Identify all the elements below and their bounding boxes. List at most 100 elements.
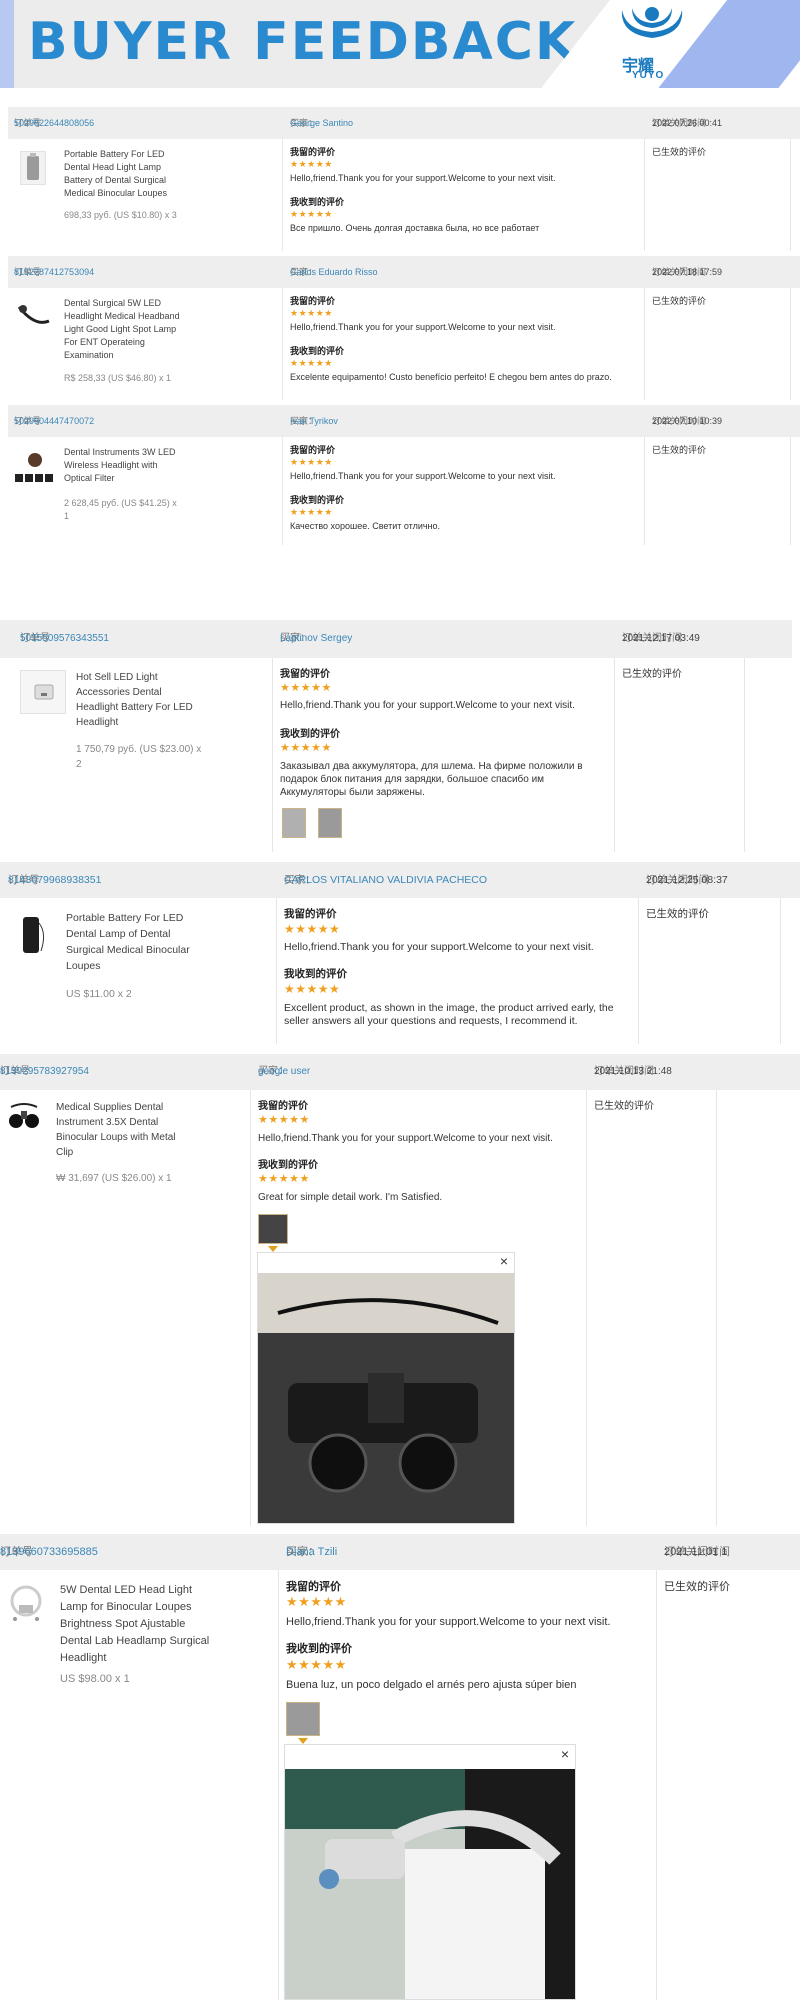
review-photo-preview: × [284, 1744, 576, 2000]
star-rating: ★★★★★ [280, 682, 332, 694]
close-icon[interactable]: × [561, 1747, 569, 1761]
product-price: 2 628,45 руб. (US $41.25) x 1 [64, 498, 177, 521]
charger-icon [34, 684, 54, 700]
product-thumbnail[interactable] [6, 1102, 40, 1130]
seller-reply-text: Hello,friend.Thank you for your support.… [258, 1133, 553, 1144]
product-thumbnail[interactable] [4, 1582, 46, 1624]
buyer-name-link[interactable]: CARLOS VITALIANO VALDIVIA PACHECO [284, 862, 487, 898]
status-badge: 已生效的评价 [594, 1101, 654, 1112]
divider [276, 898, 277, 1044]
order-id-link[interactable]: 5029822644808056 [14, 107, 94, 139]
buyer-name-link[interactable]: George Santino [290, 107, 353, 139]
review-photo-thumbnail[interactable] [258, 1214, 288, 1244]
status-badge: 已生效的评价 [646, 908, 709, 920]
received-review-label: 我收到的评价 [284, 968, 347, 980]
buyer-name-link[interactable]: google user [258, 1054, 310, 1090]
buyer-review-text: Качество хорошее. Светит отлично. [290, 521, 441, 531]
order-id-link[interactable]: 8143079968938351 [8, 862, 101, 898]
divider [644, 437, 645, 545]
header-banner: BUYER FEEDBACK 宇耀 YUYO [0, 0, 800, 88]
product-thumbnail[interactable] [20, 151, 46, 185]
buyer-review-text: Заказывал два аккумулятора, для шлема. Н… [280, 761, 583, 798]
buyer-review-text: Excellent product, as shown in the image… [284, 1002, 614, 1027]
received-review-label: 我收到的评价 [258, 1160, 318, 1171]
product-name-link[interactable]: Dental Instruments 3W LED Wireless Headl… [64, 446, 184, 485]
headlight-icon [17, 305, 50, 324]
order-block: 订单号 5029822644808056 买家： George Santino … [8, 107, 800, 251]
order-body: Portable Battery For LED Dental Head Lig… [8, 139, 800, 251]
divider [282, 437, 283, 545]
buyer-name-link[interactable]: Carlos Eduardo Risso [290, 256, 378, 288]
order-body: Dental Instruments 3W LED Wireless Headl… [8, 437, 800, 545]
product-price: 698,33 руб. (US $10.80) x 3 [64, 210, 177, 220]
review-photo-thumbnail[interactable] [286, 1702, 320, 1736]
product-thumbnail[interactable] [16, 912, 46, 958]
divider [644, 288, 645, 400]
product-price: R$ 258,33 (US $46.80) x 1 [64, 373, 172, 383]
closed-time: 2021.12.17 03:49 [622, 633, 700, 644]
status-badge: 已生效的评价 [652, 445, 707, 455]
divider [638, 898, 639, 1044]
product-price: US $98.00 x 1 [60, 1673, 130, 1685]
buyer-review-text: Great for simple detail work. I'm Satisf… [258, 1192, 443, 1203]
battery-icon [27, 153, 39, 180]
order-block: 订单号 8139660733695885 买家： Diana Tzili 订单关… [0, 1534, 800, 2000]
divider [656, 1570, 657, 2000]
divider [644, 139, 645, 251]
buyer-name-link[interactable]: Ivan Tyrikov [290, 405, 338, 437]
product-name-link[interactable]: Medical Supplies Dental Instrument 3.5X … [56, 1100, 186, 1160]
order-id-link[interactable]: 5029904447470072 [14, 405, 94, 437]
loupes-icon [9, 1103, 39, 1128]
order-header: 订单号 5029904447470072 买家： Ivan Tyrikov 订单… [8, 405, 800, 437]
order-id-link[interactable]: 5015509576343551 [20, 620, 109, 658]
close-icon[interactable]: × [500, 1254, 508, 1268]
product-name-link[interactable]: Portable Battery For LED Dental Lamp of … [66, 910, 206, 974]
divider [614, 658, 615, 852]
divider [586, 1090, 587, 1526]
product-name-link[interactable]: Portable Battery For LED Dental Head Lig… [64, 148, 184, 200]
order-block: 订单号 8143079968938351 买家： CARLOS VITALIAN… [0, 862, 800, 1044]
product-thumbnail[interactable] [14, 449, 54, 483]
product-name-link[interactable]: Dental Surgical 5W LED Headlight Medical… [64, 297, 184, 362]
brand-name-en: YUYO [632, 70, 665, 81]
product-thumbnail[interactable] [20, 670, 66, 714]
my-review-label: 我留的评价 [284, 908, 337, 920]
buyer-name-link[interactable]: Diana Tzili [286, 1534, 337, 1570]
product-thumbnail[interactable] [14, 300, 52, 328]
status-badge: 已生效的评价 [652, 296, 707, 306]
star-rating: ★★★★★ [290, 358, 333, 368]
order-body: Medical Supplies Dental Instrument 3.5X … [0, 1090, 800, 1526]
received-review-label: 我收到的评价 [286, 1643, 352, 1655]
order-id-link[interactable]: 8139295783927954 [0, 1054, 89, 1090]
review-photo-thumbnail[interactable] [282, 808, 306, 838]
divider [790, 437, 791, 545]
closed-time: 2021.12.25 08:37 [646, 874, 728, 886]
divider [282, 139, 283, 251]
order-body: Portable Battery For LED Dental Lamp of … [0, 898, 800, 1044]
received-review-label: 我收到的评价 [280, 729, 340, 740]
status-badge: 已生效的评价 [622, 669, 682, 680]
order-header: 订单号 8152287412753094 买家： Carlos Eduardo … [8, 256, 800, 288]
order-id-link[interactable]: 8152287412753094 [14, 256, 94, 288]
closed-time: 2022.07.18 17:59 [652, 267, 723, 277]
product-name-link[interactable]: 5W Dental LED Head Light Lamp for Binocu… [60, 1582, 210, 1667]
order-header: 订单号 5029822644808056 买家： George Santino … [8, 107, 800, 139]
product-price: US $11.00 x 2 [66, 988, 132, 1000]
headlight-kit-icon [15, 453, 53, 482]
star-rating: ★★★★★ [284, 982, 341, 996]
review-photo-preview: × [257, 1252, 515, 1524]
star-rating: ★★★★★ [258, 1114, 310, 1126]
order-id-link[interactable]: 8139660733695885 [0, 1534, 98, 1570]
review-photo-thumbnail[interactable] [318, 808, 342, 838]
closed-time: 2022.07.10 10:39 [652, 416, 723, 426]
banner-stripe [0, 0, 14, 88]
product-price: ₩ 31,697 (US $26.00) x 1 [56, 1173, 172, 1184]
divider [716, 1090, 717, 1526]
star-rating: ★★★★★ [286, 1594, 347, 1609]
product-price: 1 750,79 руб. (US $23.00) x 2 [76, 744, 202, 770]
star-rating: ★★★★★ [290, 209, 333, 219]
buyer-name-link[interactable]: Laptinov Sergey [280, 620, 352, 658]
divider [790, 288, 791, 400]
star-rating: ★★★★★ [280, 742, 332, 754]
product-name-link[interactable]: Hot Sell LED Light Accessories Dental He… [76, 670, 206, 730]
